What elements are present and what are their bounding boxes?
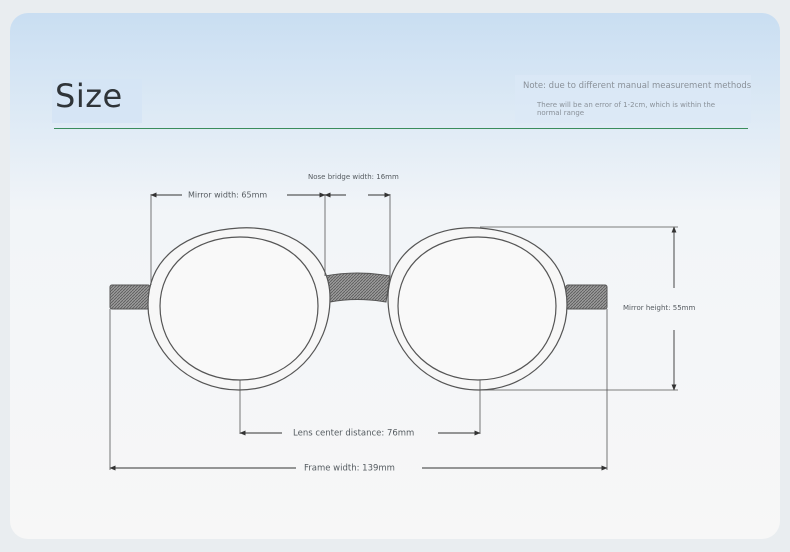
frame-width-label: Frame width: 139mm	[304, 464, 395, 474]
lens-center-dimension: Lens center distance: 76mm	[239, 429, 481, 439]
mirror-height-dimension: Mirror height: 55mm	[623, 226, 695, 391]
right-lens	[397, 236, 557, 381]
left-lens	[159, 236, 319, 381]
frame-width-dimension: Frame width: 139mm	[109, 464, 608, 474]
glasses-dimension-diagram: Mirror width: 65mm Nose bridge width: 16…	[109, 173, 695, 474]
mirror-width-label: Mirror width: 65mm	[188, 191, 267, 200]
right-lens-frame	[387, 227, 568, 391]
nose-bridge	[324, 272, 391, 303]
right-temple	[565, 284, 608, 310]
mirror-height-label: Mirror height: 55mm	[623, 304, 695, 312]
nose-bridge-dimension: Nose bridge width: 16mm	[308, 173, 399, 198]
left-lens-frame	[147, 227, 331, 391]
left-temple	[109, 284, 151, 310]
nose-bridge-label: Nose bridge width: 16mm	[308, 173, 399, 181]
lens-center-label: Lens center distance: 76mm	[293, 429, 414, 439]
mirror-width-dimension: Mirror width: 65mm	[150, 191, 326, 200]
